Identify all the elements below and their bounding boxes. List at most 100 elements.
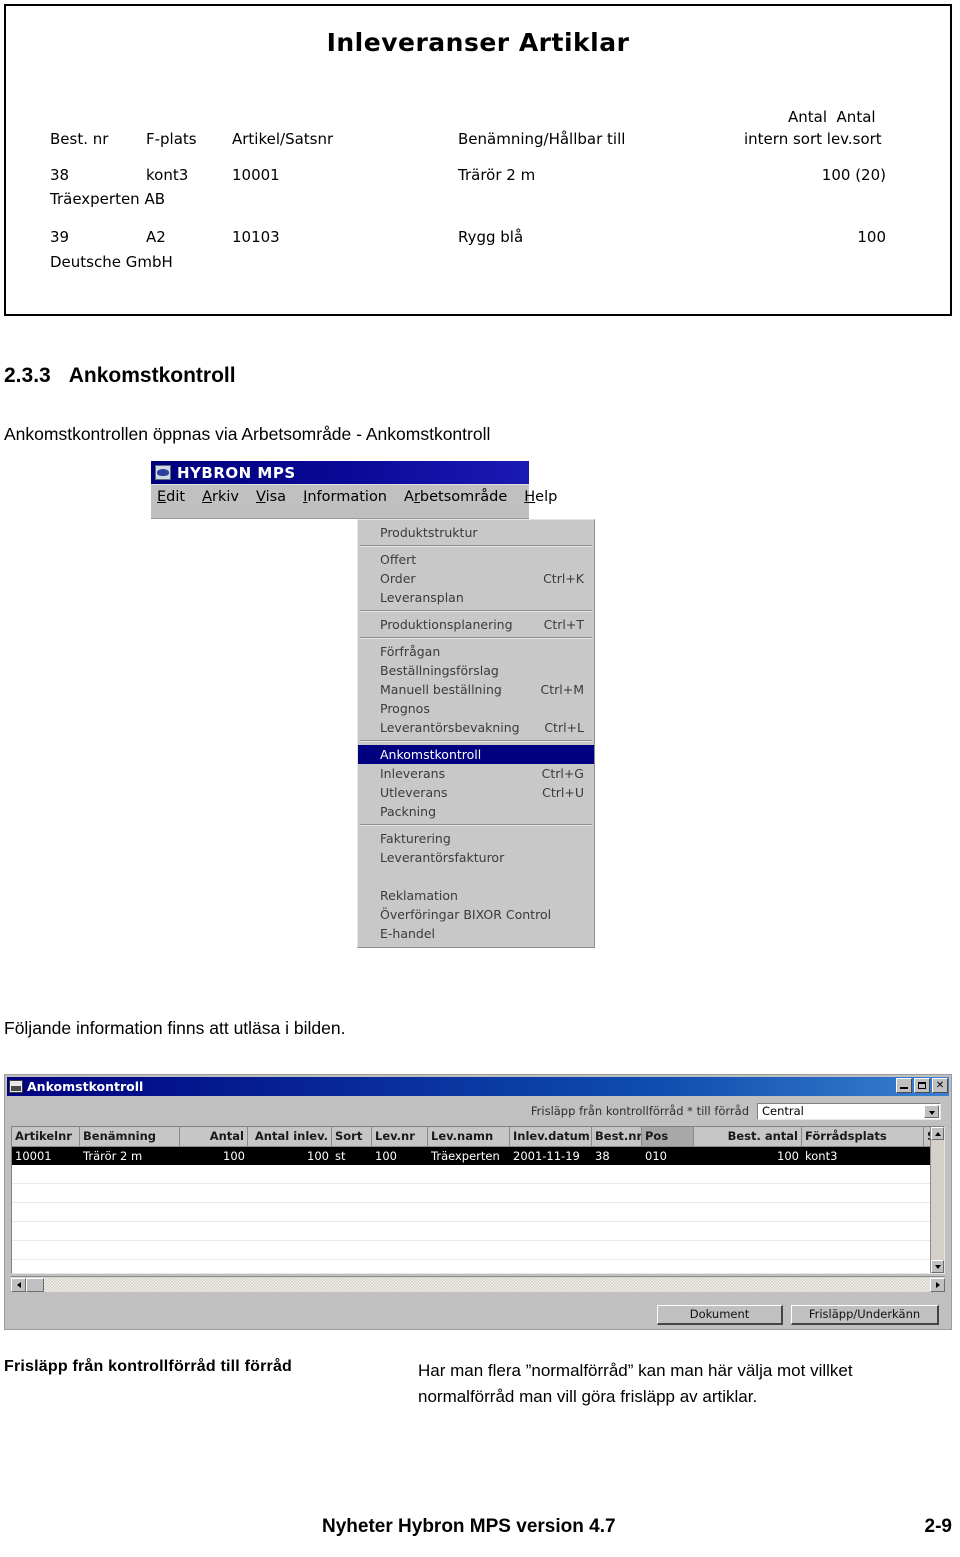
menu-item-label: Produktionsplanering: [380, 617, 513, 632]
grid-column-header[interactable]: Best.nr: [592, 1127, 642, 1146]
grid-empty-row[interactable]: [12, 1184, 944, 1203]
grid-empty-row[interactable]: [12, 1241, 944, 1260]
report-row-best-nr: 39: [50, 228, 70, 246]
menu-item-label: Produktstruktur: [380, 525, 478, 540]
forrad-select-value: Central: [762, 1104, 804, 1118]
menu-item[interactable]: Prognos: [358, 699, 594, 718]
scroll-right-icon[interactable]: [930, 1277, 945, 1292]
menu-item-edit[interactable]: Edit: [157, 489, 185, 505]
menu-item-shortcut: Ctrl+K: [543, 571, 584, 586]
grid-row[interactable]: 10001 Trärör 2 m 100 100 st 100 Träexperten 20…: [12, 1147, 944, 1165]
menu-item-arkiv[interactable]: Arkiv: [202, 489, 239, 505]
arbetsomrade-dropdown-menu[interactable]: Produktstruktur Offert Order Ctrl+K Leverans…: [357, 519, 595, 948]
menu-item-label: Reklamation: [380, 888, 458, 903]
menu-item-help[interactable]: Help: [524, 489, 557, 505]
scroll-down-icon[interactable]: [931, 1260, 944, 1273]
report-row-supplier: Träexperten AB: [50, 190, 166, 208]
grid-column-header[interactable]: Förrådsplats: [802, 1127, 924, 1146]
mid-paragraph-text: Följande information finns att utläsa i …: [4, 1018, 346, 1038]
menu-item[interactable]: Leveransplan: [358, 588, 594, 607]
minimize-icon[interactable]: [896, 1078, 912, 1093]
grid-empty-row[interactable]: [12, 1203, 944, 1222]
grid-column-header[interactable]: Sort: [332, 1127, 372, 1146]
grid-column-header[interactable]: Pos: [642, 1127, 694, 1146]
menu-item[interactable]: Ankomstkontroll: [358, 745, 594, 764]
menu-item[interactable]: Leverantörsbevakning Ctrl+L: [358, 718, 594, 737]
grid-column-header[interactable]: Best. antal: [694, 1127, 802, 1146]
menu-item[interactable]: Produktionsplanering Ctrl+T: [358, 615, 594, 634]
ankomstkontroll-toolbar: Frisläpp från kontrollförråd * till förr…: [5, 1096, 951, 1126]
menu-item-label: Manuell beställning: [380, 682, 502, 697]
report-preview-image: Inleveranser Artiklar Antal Antal Best. …: [4, 4, 952, 316]
menu-item-information[interactable]: Information: [303, 489, 387, 505]
report-header-f-plats: F-plats: [146, 130, 197, 148]
grid-column-header[interactable]: Inlev.datum: [510, 1127, 592, 1146]
report-row-benamning: Rygg blå: [458, 228, 524, 246]
menu-item-label: Leverantörsfakturor: [380, 850, 505, 865]
menu-item[interactable]: [358, 867, 594, 886]
grid-body[interactable]: 10001 Trärör 2 m 100 100 st 100 Träexperten 20…: [12, 1147, 944, 1273]
scroll-left-icon[interactable]: [11, 1277, 26, 1292]
menu-item[interactable]: Offert: [358, 550, 594, 569]
forrad-select[interactable]: Central: [757, 1102, 941, 1120]
menu-item[interactable]: Order Ctrl+K: [358, 569, 594, 588]
report-row-f-plats: A2: [146, 228, 166, 246]
chevron-down-icon[interactable]: [924, 1104, 939, 1118]
window-controls: ✕: [896, 1078, 948, 1093]
close-icon[interactable]: ✕: [932, 1078, 948, 1093]
grid-empty-row[interactable]: [12, 1260, 944, 1273]
menu-item-shortcut: Ctrl+U: [542, 785, 584, 800]
grid-empty-row[interactable]: [12, 1222, 944, 1241]
menu-item[interactable]: Inleverans Ctrl+G: [358, 764, 594, 783]
grid-cell: 100: [375, 1149, 397, 1163]
window-icon: [9, 1080, 23, 1093]
maximize-icon[interactable]: [914, 1078, 930, 1093]
menu-item[interactable]: Leverantörsfakturor: [358, 848, 594, 867]
menu-item[interactable]: Manuell beställning Ctrl+M: [358, 680, 594, 699]
menu-item-label: Inleverans: [380, 766, 446, 781]
menu-item[interactable]: E-handel: [358, 924, 594, 943]
menu-item[interactable]: Utleverans Ctrl+U: [358, 783, 594, 802]
menu-item-label: E-handel: [380, 926, 436, 941]
report-header-best-nr: Best. nr: [50, 130, 109, 148]
report-row-benamning: Trärör 2 m: [458, 166, 536, 184]
menu-item-arbetsomrade[interactable]: Arbetsområde: [404, 489, 507, 505]
grid-column-header[interactable]: Antal inlev.: [248, 1127, 332, 1146]
grid-cell: 100: [223, 1149, 245, 1163]
grid-column-header[interactable]: Lev.nr: [372, 1127, 428, 1146]
app-icon: [155, 465, 171, 480]
grid-horizontal-scrollbar[interactable]: [11, 1276, 945, 1292]
hybron-mps-menubar: Edit Arkiv Visa Information Arbetsområde…: [151, 484, 557, 509]
section-number: 2.3.3: [4, 364, 51, 387]
menu-item[interactable]: Beställningsförslag: [358, 661, 594, 680]
report-row-f-plats: kont3: [146, 166, 189, 184]
hscroll-track[interactable]: [44, 1277, 930, 1292]
menu-item[interactable]: Överföringar BIXOR Control: [358, 905, 594, 924]
grid-column-header[interactable]: Artikelnr: [12, 1127, 80, 1146]
ankomstkontroll-grid[interactable]: Artikelnr Benämning Antal Antal inlev. Sort L…: [11, 1126, 945, 1274]
menu-item-label: Leveransplan: [380, 590, 464, 605]
menu-item[interactable]: Fakturering: [358, 829, 594, 848]
menu-item-label: Offert: [380, 552, 417, 567]
grid-vertical-scrollbar[interactable]: [930, 1127, 944, 1273]
report-header-antal-top: Antal Antal: [788, 108, 876, 126]
frislapp-underkann-button[interactable]: Frisläpp/Underkänn: [791, 1305, 939, 1325]
hscroll-thumb[interactable]: [26, 1277, 44, 1292]
menu-item[interactable]: Packning: [358, 802, 594, 821]
menu-separator: [360, 740, 592, 742]
grid-column-header[interactable]: Lev.namn: [428, 1127, 510, 1146]
scroll-up-icon[interactable]: [931, 1127, 944, 1140]
footer-page-number: 2-9: [924, 1516, 952, 1537]
definition-term: Frisläpp från kontrollförråd till förråd: [4, 1358, 293, 1375]
grid-cell: 100: [307, 1149, 329, 1163]
report-row-artikel: 10001: [232, 166, 280, 184]
grid-column-header[interactable]: Benämning: [80, 1127, 180, 1146]
dokument-button[interactable]: Dokument: [657, 1305, 783, 1325]
menu-item-visa[interactable]: Visa: [256, 489, 286, 505]
section-intro-text: Ankomstkontrollen öppnas via Arbetsområd…: [4, 424, 491, 444]
grid-empty-row[interactable]: [12, 1165, 944, 1184]
menu-item[interactable]: Produktstruktur: [358, 523, 594, 542]
grid-column-header[interactable]: Antal: [180, 1127, 248, 1146]
menu-item[interactable]: Förfrågan: [358, 642, 594, 661]
menu-item[interactable]: Reklamation: [358, 886, 594, 905]
